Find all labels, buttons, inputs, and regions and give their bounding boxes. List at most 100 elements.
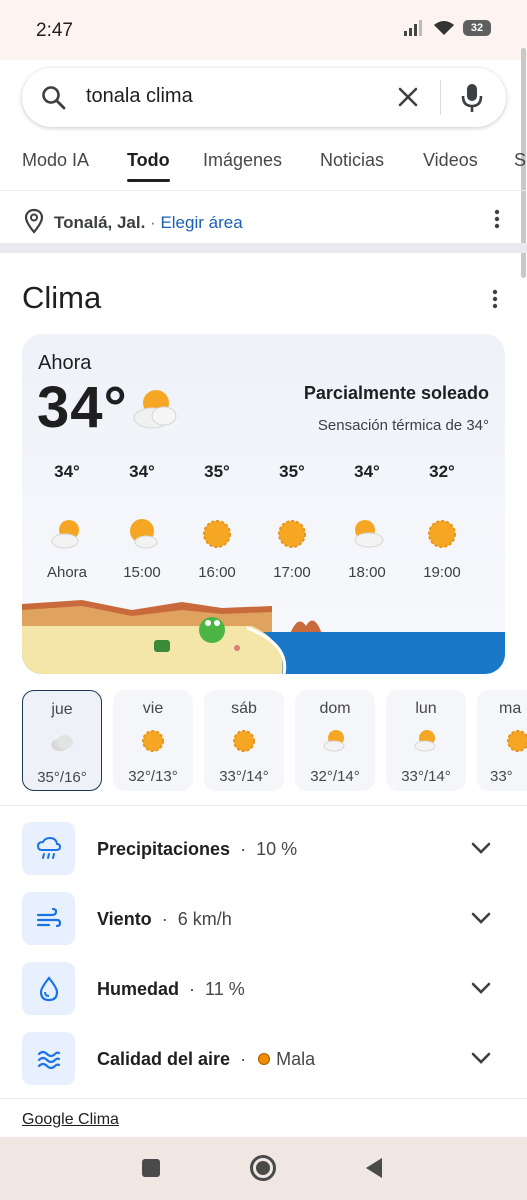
chevron-down-icon[interactable] [470,980,492,996]
hourly-time: Ahora [46,564,88,581]
weather-card[interactable]: Ahora 34° Parcialmente soleado Sensación… [22,334,505,674]
hourly-time: 15:00 [123,564,161,581]
location-pin-icon [24,208,44,234]
status-icons: 32 [403,20,491,36]
search-input[interactable]: tonala clima [86,85,193,108]
recents-icon[interactable] [141,1158,161,1178]
hourly-item[interactable]: 35° 16:00 [187,462,247,581]
hourly-item[interactable]: 34° 15:00 [112,462,172,581]
status-time: 2:47 [36,20,73,41]
hourly-item[interactable]: 34° 18:00 [337,462,397,581]
precipitation-value: 10 % [256,839,298,859]
day-temperatures: 32°/14° [310,768,360,785]
sunny-icon [507,730,527,752]
chevron-down-icon[interactable] [470,840,492,856]
partly-sunny-icon [133,390,177,429]
sunny-icon [233,730,255,752]
hourly-item[interactable]: 35° 17:00 [262,462,322,581]
location-row: Tonalá, Jal. · Elegir área [0,192,527,244]
humidity-icon [39,976,59,1002]
cloudy-icon [51,735,73,751]
humidity-row[interactable]: Humedad · 11 % [0,962,527,1016]
wind-icon [36,907,62,928]
chevron-down-icon[interactable] [470,910,492,926]
tab-modo-ia[interactable]: Modo IA [22,150,89,171]
daily-forecast: jue 35°/16° vie 32°/13° sáb 33°/14° dom … [0,690,527,792]
sunny-icon [203,520,231,548]
humidity-icon-box [22,962,75,1015]
weather-condition: Parcialmente soleado [303,383,489,403]
google-weather-link[interactable]: Google Clima [22,1111,119,1129]
air-quality-row[interactable]: Calidad del aire · Mala [0,1032,527,1086]
sunny-icon [278,520,306,548]
home-icon[interactable] [249,1154,277,1182]
precipitation-label: Precipitaciones · 10 % [97,839,298,859]
chevron-down-icon[interactable] [470,1050,492,1066]
hourly-time: 17:00 [273,564,311,581]
precipitation-title: Precipitaciones [97,839,231,859]
day-card[interactable]: lun 33°/14° [386,690,466,791]
day-card[interactable]: ma 33° [477,690,527,791]
location-more-icon[interactable] [489,209,505,229]
day-card[interactable]: vie 32°/13° [113,690,193,791]
choose-area-link[interactable]: Elegir área [160,213,242,232]
day-temperatures: 33°/14° [219,768,269,785]
back-icon[interactable] [364,1157,384,1179]
precipitation-row[interactable]: Precipitaciones · 10 % [0,822,527,876]
now-label: Ahora [38,352,92,374]
status-bar: 2:47 32 [0,0,527,60]
wind-row[interactable]: Viento · 6 km/h [0,892,527,946]
sunny-icon [142,730,164,752]
air-quality-title: Calidad del aire [97,1049,231,1069]
air-quality-label: Calidad del aire · Mala [97,1049,316,1069]
clear-icon[interactable] [395,84,421,110]
day-card[interactable]: jue 35°/16° [22,690,102,791]
partly-sunny-icon [498,517,505,551]
day-card[interactable]: sáb 33°/14° [204,690,284,791]
tab-noticias[interactable]: Noticias [320,150,384,171]
search-divider [440,80,441,115]
hourly-item[interactable]: 2 [485,462,505,581]
footer-divider [0,1098,527,1099]
battery-icon: 32 [463,20,491,36]
hourly-temp: 34° [54,462,80,481]
beach-scene-illustration [22,600,505,674]
precipitation-icon-box [22,822,75,875]
system-nav-bar [0,1137,527,1200]
tab-imagenes[interactable]: Imágenes [203,150,282,171]
hourly-temp [485,462,505,482]
location-text: Tonalá, Jal. · Elegir área [54,213,243,233]
humidity-label: Humedad · 11 % [97,979,245,999]
search-icon[interactable] [40,84,68,112]
hourly-item[interactable]: 32° 19:00 [412,462,472,581]
search-tabs: Modo IA Todo Imágenes Noticias Videos S [0,145,527,191]
mic-icon[interactable] [459,82,485,114]
search-bar[interactable]: tonala clima [22,68,506,127]
hourly-time: 18:00 [348,564,386,581]
day-temperatures: 33° [490,768,513,785]
hourly-temp: 35° [204,462,230,481]
tab-videos[interactable]: Videos [423,150,478,171]
hourly-item[interactable]: 34° Ahora [37,462,97,581]
hourly-temp: 32° [429,462,455,481]
day-card[interactable]: dom 32°/14° [295,690,375,791]
hourly-time: 19:00 [423,564,461,581]
wind-icon-box [22,892,75,945]
day-name: lun [415,700,437,717]
weather-title: Clima [22,280,102,315]
tab-todo[interactable]: Todo [127,150,170,182]
wind-value: 6 km/h [177,909,232,929]
hourly-temp: 34° [354,462,380,481]
day-temperatures: 32°/13° [128,768,178,785]
wifi-icon [434,21,454,35]
partly-sunny-icon [323,730,345,752]
day-temperatures: 33°/14° [401,768,451,785]
humidity-value: 11 % [205,979,245,999]
details-divider [0,805,527,806]
weather-more-icon[interactable] [487,289,503,309]
partly-sunny-icon [354,520,384,548]
day-name: sáb [231,700,257,717]
rain-icon [36,836,62,859]
hourly-time: 16:00 [198,564,236,581]
tab-more[interactable]: S [514,150,526,171]
